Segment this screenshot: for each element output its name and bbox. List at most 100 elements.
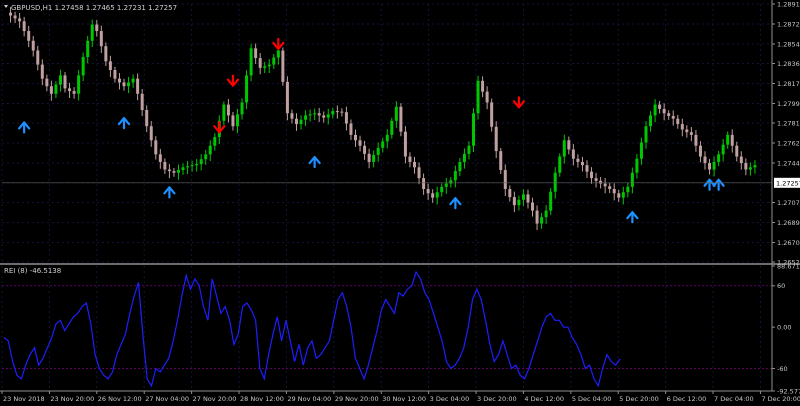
candle-down (349, 123, 353, 135)
time-tick-label: 5 Dec 04:00 (572, 395, 612, 403)
price-tick-label: 1.28175 (777, 80, 800, 88)
candle-down (481, 80, 485, 92)
candle-up (235, 114, 239, 127)
candle-up (213, 137, 217, 146)
candle-up (385, 134, 389, 142)
candle-down (40, 64, 44, 79)
candle-down (68, 88, 72, 92)
candle-down (612, 188, 616, 194)
candle-down (703, 156, 707, 164)
candle-down (567, 140, 571, 150)
candle-up (267, 64, 271, 67)
time-tick-label: 6 Dec 12:00 (667, 395, 707, 403)
candle-up (208, 145, 212, 155)
candle-up (81, 57, 85, 76)
candle-up (131, 78, 135, 83)
candle-down (708, 163, 712, 170)
candle-up (717, 154, 721, 162)
candle-up (331, 111, 335, 115)
candle-down (422, 178, 426, 189)
candle-down (363, 145, 367, 154)
candle-down (231, 115, 235, 127)
candle-down (662, 108, 666, 114)
candle-up (308, 114, 312, 116)
candle-up (326, 114, 330, 118)
candle-up (435, 192, 439, 198)
candle-down (503, 170, 507, 189)
candle-down (508, 188, 512, 198)
candle-down (167, 169, 171, 172)
candle-down (698, 145, 702, 157)
candle-down (294, 118, 298, 125)
candle-down (254, 48, 258, 59)
rei-title: REI (8) -46.5138 (4, 267, 61, 275)
time-tick-label: 27 Nov 04:00 (145, 395, 189, 403)
candle-up (222, 104, 226, 121)
candle-down (408, 156, 412, 162)
candle-up (544, 210, 548, 218)
candle-down (367, 153, 371, 162)
candle-down (136, 78, 140, 94)
candle-down (322, 115, 326, 118)
candle-up (58, 75, 62, 85)
candle-down (667, 113, 671, 116)
candle-up (626, 186, 630, 193)
candle-up (304, 115, 308, 120)
candle-up (390, 120, 394, 135)
candle-up (77, 75, 81, 94)
candle-up (186, 166, 190, 168)
time-tick-label: 30 Nov 12:00 (382, 395, 426, 403)
candle-up (726, 134, 730, 145)
time-tick-label: 4 Dec 12:00 (524, 395, 564, 403)
candle-down (671, 115, 675, 119)
candle-down (744, 163, 748, 170)
candle-up (199, 159, 203, 165)
candle-up (540, 217, 544, 224)
candle-down (531, 202, 535, 211)
price-header: GBPUSD,H1 1.27458 1.27465 1.27231 1.2725… (11, 4, 177, 12)
candle-down (13, 15, 17, 19)
candle-down (99, 31, 103, 47)
candle-down (258, 58, 262, 68)
rei-tick-label: 0.00 (777, 323, 791, 331)
time-tick-label: 27 Nov 20:00 (193, 395, 237, 403)
candle-down (145, 110, 149, 127)
candle-down (590, 171, 594, 179)
rei-tick-label: 88.6719 (777, 262, 800, 270)
time-tick-label: 5 Dec 20:00 (619, 395, 659, 403)
candle-down (576, 158, 580, 162)
candle-down (685, 129, 689, 133)
candle-down (122, 82, 126, 87)
candle-up (621, 192, 625, 198)
candle-down (735, 145, 739, 157)
candle-down (535, 210, 539, 224)
candle-up (712, 161, 716, 170)
candle-down (608, 186, 612, 189)
time-tick-label: 29 Nov 20:00 (335, 395, 379, 403)
candle-down (281, 50, 285, 82)
candle-up (245, 75, 249, 103)
candle-down (580, 161, 584, 166)
candle-down (426, 188, 430, 194)
candle-up (639, 142, 643, 159)
price-tick-label: 1.27990 (777, 100, 800, 108)
candle-up (517, 199, 521, 206)
candle-up (458, 161, 462, 172)
candle-down (9, 12, 13, 16)
candle-down (285, 81, 289, 114)
candle-down (340, 111, 344, 113)
candle-up (553, 172, 557, 192)
rei-tick-label: -60 (777, 365, 788, 373)
candle-up (90, 24, 94, 41)
candle-up (562, 140, 566, 157)
chart-window: 1.27257 1.28910 1.28725 1.28540 1.28360 1.28… (0, 0, 800, 406)
candle-down (335, 111, 339, 113)
candle-down (36, 50, 40, 65)
time-tick-label: 7 Dec 20:00 (761, 395, 800, 403)
candle-down (526, 194, 530, 203)
candle-down (603, 183, 607, 187)
price-tick-label: 1.27625 (777, 139, 800, 147)
candle-up (521, 194, 525, 200)
price-tick-label: 1.28725 (777, 20, 800, 28)
candle-up (440, 186, 444, 193)
